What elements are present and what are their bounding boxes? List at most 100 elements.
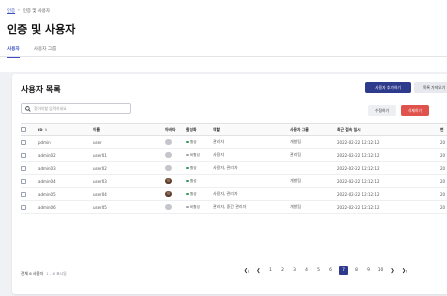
status-dot	[186, 140, 189, 144]
header-group[interactable]: 사용자 그룹	[290, 123, 337, 136]
cell-name: user01	[93, 148, 165, 162]
status-badge: 활성	[186, 192, 197, 197]
pagination: ❮ | ❮ 1 2 3 4 5 6 7 8 9 10 ❯ ❯ |	[243, 266, 408, 275]
total-count: 전체 6 사용자	[21, 271, 44, 276]
header-role[interactable]: 역할	[213, 123, 290, 136]
tab-divider	[0, 56, 447, 57]
page-title: 인증 및 사용자	[7, 23, 76, 36]
cell-role: 사용자, 관리자	[213, 161, 290, 175]
cell-role: 사용자, 관리자	[213, 187, 290, 201]
range-count: 1 - 6 표시됨	[46, 271, 67, 276]
cell-extra: 20	[440, 187, 447, 201]
page-5[interactable]: 5	[315, 267, 322, 275]
status-badge: 활성	[186, 179, 197, 184]
user-table: ID ⇅ 이름 아바타 활성화 역할 사용자 그룹 최근 접속 일시 변 pdmi…	[21, 123, 447, 214]
add-user-button[interactable]: 사용자 추가하기	[365, 82, 411, 93]
cell-name: user05	[93, 200, 165, 214]
table-row[interactable]: admin03 user02 활성 사용자, 관리자 2022-02-22 12…	[21, 161, 447, 175]
cell-name: user02	[93, 161, 165, 175]
cell-name: user03	[93, 174, 165, 188]
table-row[interactable]: admin06 user05 비활성 관리자, 중간 관리자 개발팀 2022-…	[21, 200, 447, 214]
cell-id: admin04	[38, 174, 93, 188]
row-checkbox[interactable]	[21, 178, 26, 184]
page-header: 인증 › 인증 및 사용자 인증 및 사용자 사용자 사용자 그룹	[0, 0, 447, 72]
status-dot	[186, 205, 189, 209]
page-2[interactable]: 2	[279, 267, 286, 275]
cell-last-login: 2022-02-22 12:12:12	[337, 135, 440, 149]
status-dot	[186, 153, 189, 157]
status-dot	[186, 166, 189, 170]
header-last-login[interactable]: 최근 접속 일시	[337, 123, 440, 136]
page-8[interactable]: 8	[353, 267, 360, 275]
card-title: 사용자 목록	[21, 85, 61, 94]
cell-name: user	[93, 135, 165, 149]
prev-page-button[interactable]: ❮	[255, 267, 262, 275]
status-dot	[186, 179, 189, 183]
page-3[interactable]: 3	[291, 267, 298, 275]
page-6[interactable]: 6	[327, 267, 334, 275]
delete-button[interactable]: 삭제하기	[401, 105, 429, 116]
table-row[interactable]: admin05 user04 활성 사용자, 관리자 2022-02-22 12…	[21, 187, 447, 201]
header-extra: 변	[440, 123, 447, 136]
cell-last-login: 2022-02-22 12:12:12	[337, 148, 440, 162]
cell-role: 관리자	[213, 135, 290, 149]
cell-extra: 20	[440, 135, 447, 149]
search-icon	[25, 105, 31, 112]
header-name[interactable]: 이름	[93, 123, 165, 136]
row-checkbox[interactable]	[21, 165, 26, 171]
cell-role: 사용자	[213, 148, 290, 162]
row-checkbox[interactable]	[21, 139, 26, 145]
header-avatar: 아바타	[165, 123, 186, 136]
header-id[interactable]: ID ⇅	[38, 123, 93, 136]
page-9[interactable]: 9	[365, 267, 372, 275]
row-checkbox[interactable]	[21, 152, 26, 158]
status-badge: 비활성	[186, 205, 200, 210]
avatar	[165, 138, 172, 146]
table-row[interactable]: admin02 user01 비활성 사용자 관리팀 2022-02-22 12…	[21, 148, 447, 162]
page-7-current[interactable]: 7	[339, 266, 348, 275]
cell-extra: 20	[440, 148, 447, 162]
cell-group: 개발팀	[290, 200, 337, 214]
status-badge: 비활성	[186, 153, 200, 158]
search-box	[21, 103, 131, 114]
breadcrumb-home[interactable]: 인증	[7, 8, 15, 14]
cell-extra: 20	[440, 174, 447, 188]
cell-last-login: 2022-02-22 12:12:12	[337, 174, 440, 188]
table-row[interactable]: pdmin user 활성 관리자 개발팀 2022-02-22 12:12:1…	[21, 135, 447, 149]
first-page-button[interactable]: ❮ |	[243, 267, 250, 275]
cell-name: user04	[93, 187, 165, 201]
cell-role: 관리자, 중간 관리자	[213, 200, 290, 214]
sort-icon: ⇅	[44, 128, 48, 132]
status-badge: 활성	[186, 166, 197, 171]
page-1[interactable]: 1	[267, 267, 274, 275]
search-input[interactable]	[34, 106, 124, 111]
page-4[interactable]: 4	[303, 267, 310, 275]
cell-extra: 20	[440, 161, 447, 175]
status-dot	[186, 192, 189, 196]
cell-group	[290, 187, 337, 201]
avatar	[165, 203, 172, 211]
cell-id: admin03	[38, 161, 93, 175]
table-row[interactable]: admin04 user03 활성 개발팀 2022-02-22 12:12:1…	[21, 174, 447, 188]
cell-group: 관리팀	[290, 148, 337, 162]
cell-group: 개발팀	[290, 135, 337, 149]
import-list-button[interactable]: 목록 가져오기	[414, 82, 447, 93]
last-page-button[interactable]: ❯ |	[401, 267, 408, 275]
cell-group	[290, 161, 337, 175]
breadcrumb-current: 인증 및 사용자	[22, 9, 50, 14]
result-count: 전체 6 사용자 1 - 6 표시됨	[21, 271, 67, 277]
row-checkbox[interactable]	[21, 204, 26, 210]
next-page-button[interactable]: ❯	[389, 267, 396, 275]
cell-id: pdmin	[38, 135, 93, 149]
avatar	[165, 190, 172, 198]
cell-extra: 20	[440, 200, 447, 214]
select-all-checkbox[interactable]	[21, 127, 26, 133]
header-status[interactable]: 활성화	[186, 123, 213, 136]
cell-last-login: 2022-02-22 12:12:12	[337, 161, 440, 175]
page-10[interactable]: 10	[377, 267, 384, 275]
avatar	[165, 151, 172, 159]
user-list-card: 사용자 목록 사용자 추가하기 목록 가져오기 수정하기 삭제하기 ID⇅ 이름…	[12, 74, 447, 294]
breadcrumb: 인증 › 인증 및 사용자	[7, 8, 50, 14]
edit-button[interactable]: 수정하기	[368, 105, 396, 116]
row-checkbox[interactable]	[21, 191, 26, 197]
